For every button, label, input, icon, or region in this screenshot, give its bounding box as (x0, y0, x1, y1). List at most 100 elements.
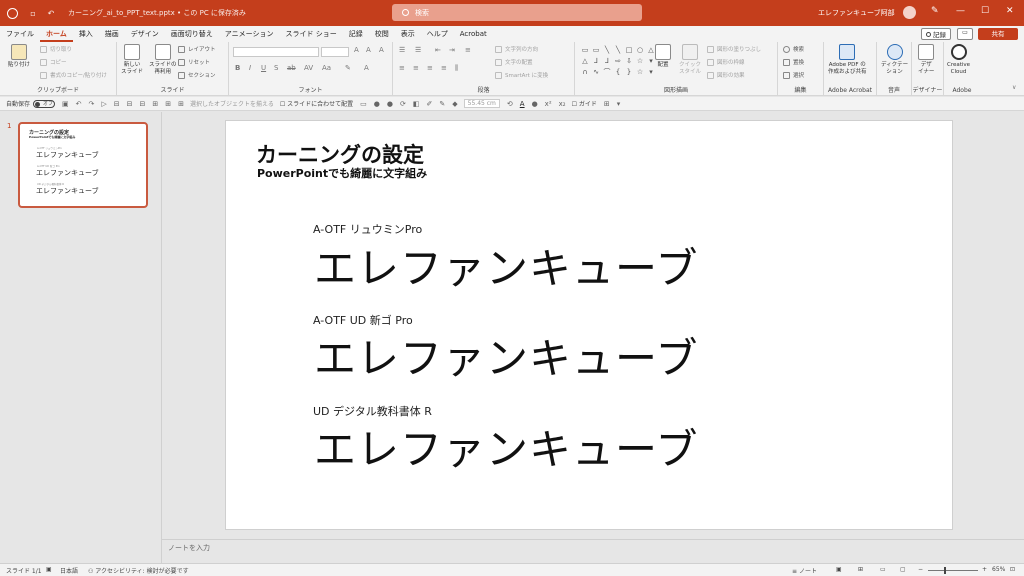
tab-view[interactable]: 表示 (395, 26, 421, 42)
font-size-input[interactable] (321, 47, 349, 57)
slideshow-view-icon[interactable]: ▢ (900, 566, 906, 573)
designer-button[interactable]: デザ イナー (918, 44, 934, 76)
quick-styles-button[interactable]: クイック スタイル (679, 44, 701, 76)
slide-canvas[interactable]: カーニングの設定 PowerPointでも綺麗に文字組み A-OTF リュウミン… (225, 120, 953, 530)
pen-icon[interactable]: ✎ (931, 6, 939, 16)
customize-qat-icon[interactable]: ▾ (617, 100, 621, 108)
reset-button[interactable]: リセット (178, 58, 210, 66)
undo-icon[interactable]: ↶ (44, 7, 58, 19)
numbering-icon[interactable]: ☰ (415, 46, 421, 54)
sample-text-kyokasho[interactable]: エレファンキューブ (314, 416, 698, 477)
tab-slideshow[interactable]: スライド ショー (280, 26, 343, 42)
guides-checkbox[interactable]: ☐ ガイド (572, 99, 597, 108)
oval-shape-icon[interactable]: ○ (635, 45, 645, 55)
size-input[interactable]: 55.45 cm (463, 99, 500, 108)
font-color-icon[interactable]: A (364, 64, 369, 72)
tab-record[interactable]: 記録 (343, 26, 369, 42)
tab-file[interactable]: ファイル (0, 26, 40, 42)
language[interactable]: 日本語 (60, 566, 78, 575)
char-spacing-icon[interactable]: AV (304, 64, 313, 72)
creative-cloud-button[interactable]: Creative Cloud (947, 44, 970, 76)
rotate-icon[interactable]: ⟳ (400, 100, 406, 108)
tab-home[interactable]: ホーム (40, 26, 73, 42)
record-button[interactable]: 記録 (921, 28, 951, 40)
strikethrough-icon[interactable]: ab (287, 64, 296, 72)
group-icon[interactable]: ⊞ (165, 100, 171, 108)
layout-button[interactable]: レイアウト (178, 45, 216, 53)
lasso-icon[interactable]: ⟲ (507, 100, 513, 108)
send-backward-icon[interactable]: ● (387, 100, 393, 108)
cut-button[interactable]: 切り取り (40, 45, 72, 53)
line2-shape-icon[interactable]: ╲ (613, 45, 623, 55)
search-box[interactable]: 検索 (392, 4, 642, 21)
line-shape-icon[interactable]: ╲ (602, 45, 612, 55)
accessibility-status[interactable]: ⚇ アクセシビリティ: 検討が必要です (88, 566, 189, 575)
save-icon[interactable]: ▣ (62, 100, 69, 108)
star-shape-icon[interactable]: ☆ (635, 56, 645, 66)
tab-help[interactable]: ヘルプ (421, 26, 454, 42)
shrink-font-icon[interactable]: A (366, 46, 371, 54)
decrease-indent-icon[interactable]: ⇤ (435, 46, 441, 54)
zoom-level[interactable]: 65% (992, 566, 1005, 573)
grow-font-icon[interactable]: A (354, 46, 359, 54)
fill-color-icon[interactable]: ◆ (452, 100, 457, 108)
shape-effects-button[interactable]: 図形の効果 (707, 71, 745, 79)
slide-subtitle[interactable]: PowerPointでも綺麗に文字組み (257, 165, 427, 181)
highlight-icon[interactable]: ✎ (345, 64, 351, 72)
tab-design[interactable]: デザイン (125, 26, 165, 42)
elbow-shape-icon[interactable]: ⅃ (591, 56, 601, 66)
tab-animations[interactable]: アニメーション (219, 26, 280, 42)
reading-view-icon[interactable]: ▭ (880, 566, 886, 573)
tab-draw[interactable]: 描画 (99, 26, 125, 42)
shape-fill-button[interactable]: 図形の塗りつぶし (707, 45, 761, 53)
tab-review[interactable]: 校閲 (369, 26, 395, 42)
elbow2-shape-icon[interactable]: ⅃ (602, 56, 612, 66)
shapes-gallery[interactable]: ▭ ▭ ╲ ╲ □ ○ △ △ ⅃ ⅃ ⇨ ⇩ ☆ ▾ ∩ ∿ ⌒{} ☆ ▾ (580, 45, 654, 77)
paste-button[interactable]: 貼り付け (8, 44, 30, 69)
zoom-in-icon[interactable]: + (982, 566, 987, 573)
star2-shape-icon[interactable]: ☆ (635, 67, 645, 77)
superscript-icon[interactable]: x² (545, 100, 552, 108)
normal-view-icon[interactable]: ▣ (836, 566, 842, 573)
arrange-button[interactable]: 配置 (655, 44, 671, 69)
font-color-icon[interactable]: A (520, 100, 525, 108)
align-right-objects-icon[interactable]: ⊟ (140, 100, 146, 108)
arc-shape-icon[interactable]: ⌒ (602, 67, 612, 77)
increase-indent-icon[interactable]: ⇥ (449, 46, 455, 54)
pen-tool-icon[interactable]: ✎ (439, 100, 445, 108)
fit-to-slide-checkbox[interactable]: ☐ スライドに合わせて配置 (280, 99, 353, 108)
find-button[interactable]: 検索 (783, 45, 804, 53)
redo-icon[interactable]: ↷ (89, 100, 95, 108)
shape-outline-button[interactable]: 図形の枠線 (707, 58, 745, 66)
brace-l-shape-icon[interactable]: { (613, 67, 623, 77)
avatar[interactable] (903, 6, 916, 19)
tab-insert[interactable]: 挿入 (73, 26, 99, 42)
collapse-ribbon-icon[interactable]: ∨ (1012, 84, 1016, 91)
section-button[interactable]: セクション (178, 71, 216, 79)
select-button[interactable]: 選択 (783, 71, 804, 79)
format-painter-button[interactable]: 書式のコピー/貼り付け (40, 71, 107, 79)
align-right-icon[interactable]: ≡ (427, 64, 433, 72)
rect-shape-icon[interactable]: □ (624, 45, 634, 55)
justify-icon[interactable]: ≡ (441, 64, 447, 72)
shadow-icon[interactable]: S (274, 64, 278, 72)
ungroup-icon[interactable]: ⊞ (178, 100, 184, 108)
text-direction-button[interactable]: 文字列の方向 (495, 45, 538, 53)
close-icon[interactable]: ✕ (1006, 6, 1014, 16)
distribute-icon[interactable]: ⊞ (152, 100, 158, 108)
autosave-toggle[interactable]: オフ (33, 99, 56, 108)
share-button[interactable]: 共有 (978, 28, 1018, 40)
align-text-button[interactable]: 文字の配置 (495, 58, 533, 66)
bullets-icon[interactable]: ☰ (399, 46, 405, 54)
wave-shape-icon[interactable]: ∿ (591, 67, 601, 77)
curve-shape-icon[interactable]: ∩ (580, 67, 590, 77)
create-pdf-button[interactable]: Adobe PDF の 作成および共有 (828, 44, 867, 76)
user-name[interactable]: エレファンキューブ阿部 (818, 8, 895, 18)
grid-icon[interactable]: ⊞ (604, 100, 610, 108)
sample-text-ryumin[interactable]: エレファンキューブ (314, 235, 698, 296)
triangle-shape-icon[interactable]: △ (580, 56, 590, 66)
textbox-shape-icon[interactable]: ▭ (580, 45, 590, 55)
change-case-icon[interactable]: Aa (322, 64, 331, 72)
sample-text-shingo[interactable]: エレファンキューブ (314, 325, 698, 386)
textbox-v-shape-icon[interactable]: ▭ (591, 45, 601, 55)
